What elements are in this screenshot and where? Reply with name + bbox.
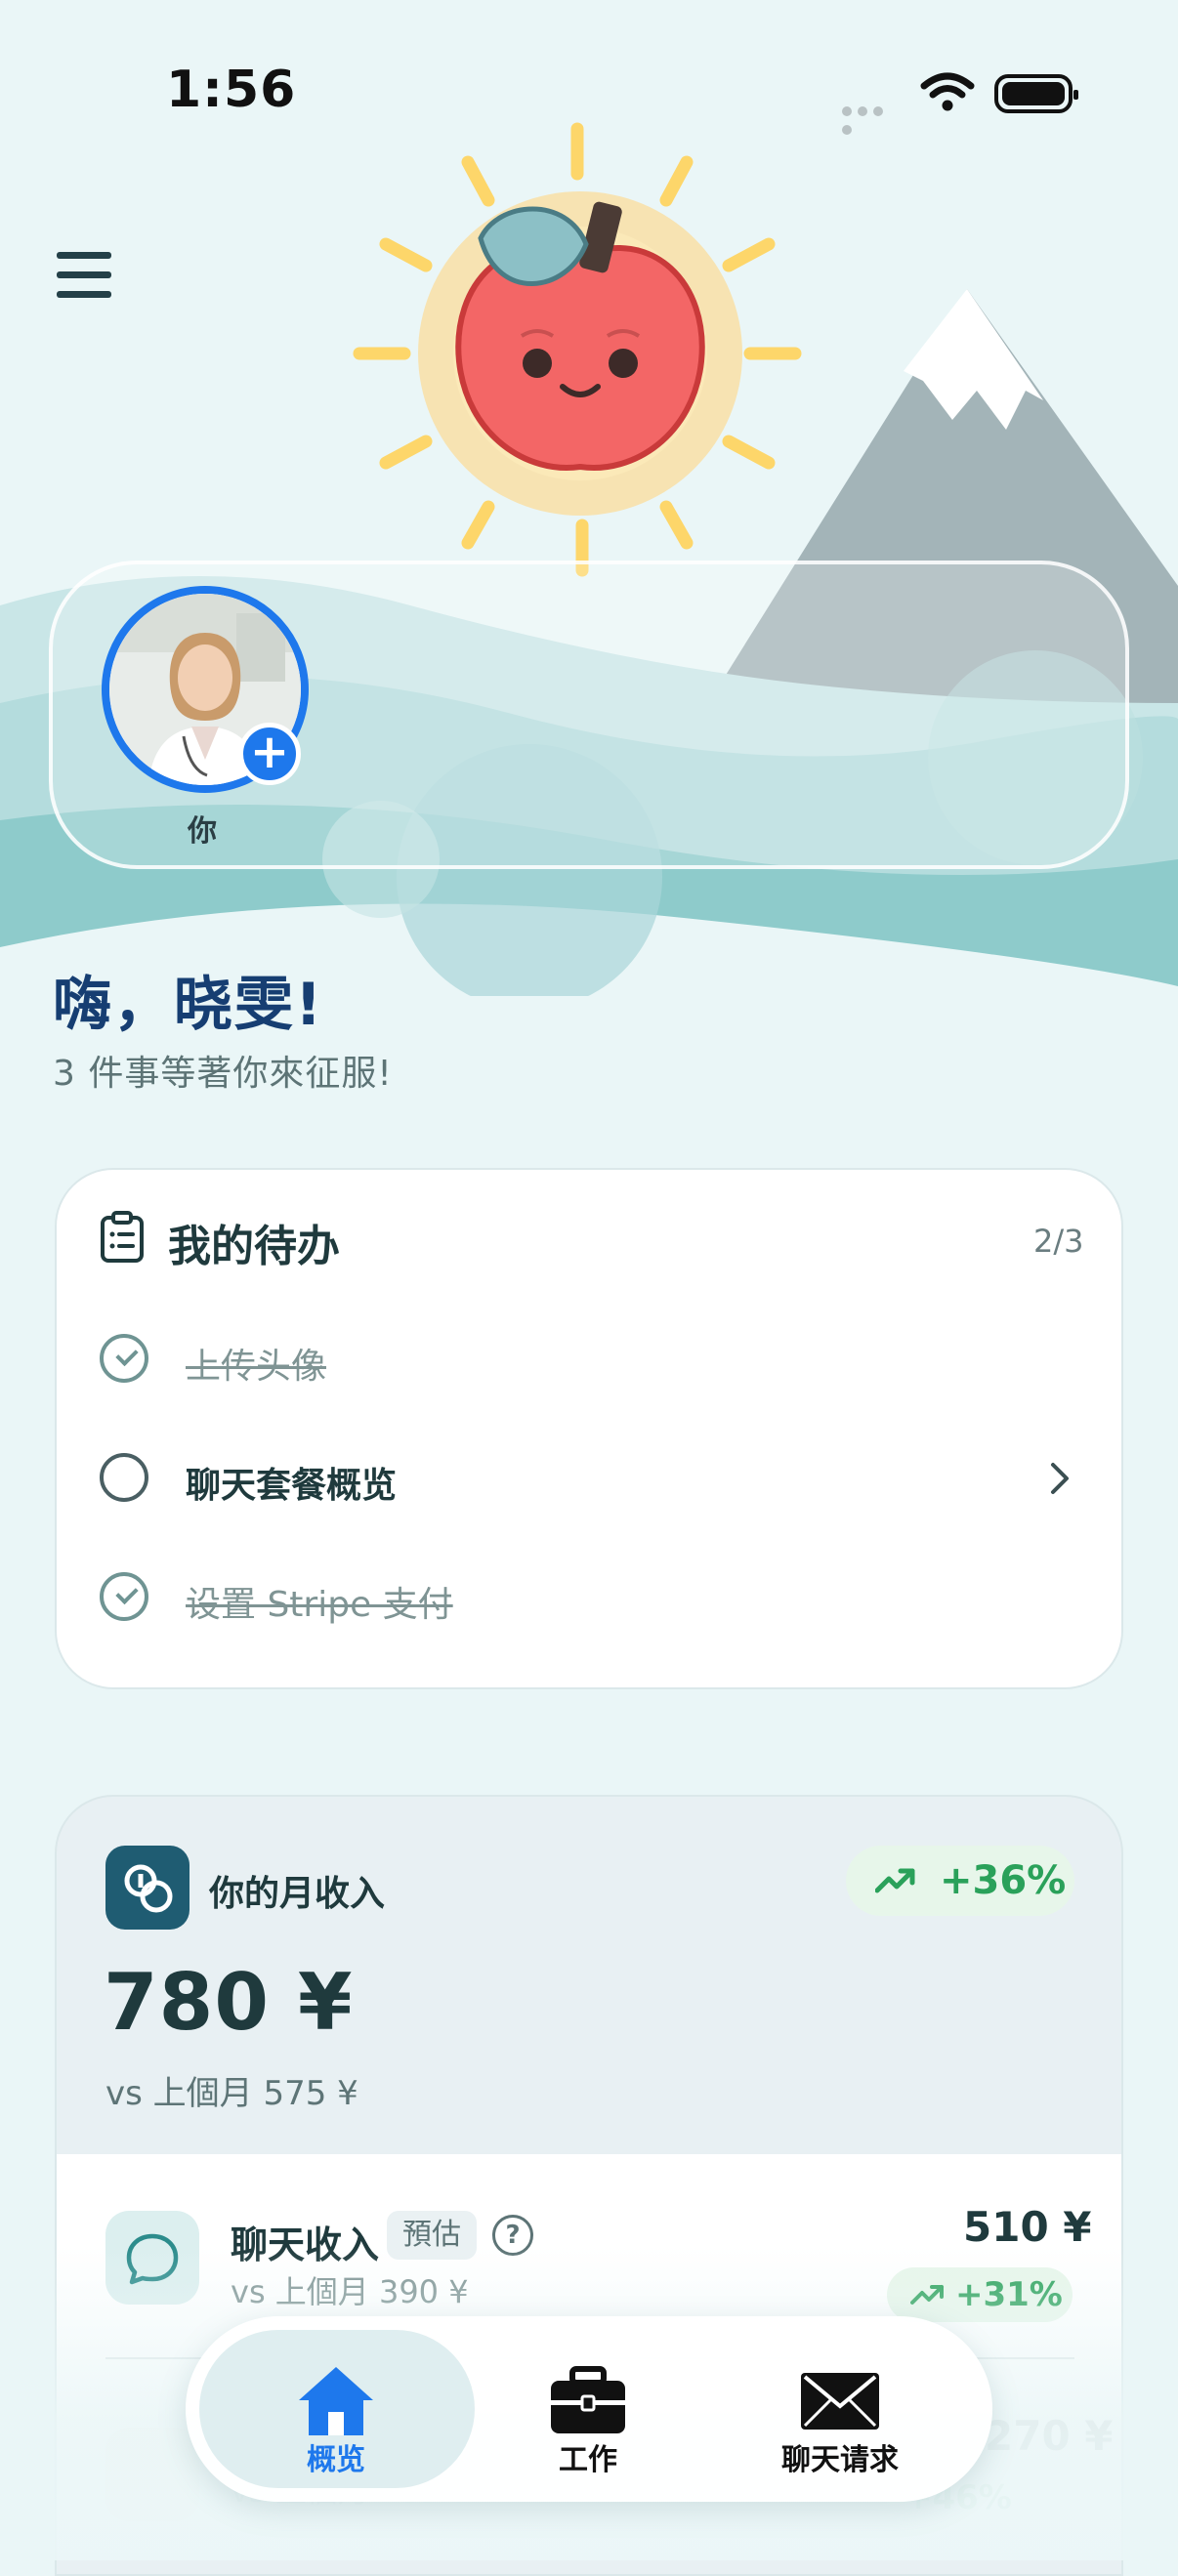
job-income-amount: 270 ¥ <box>985 2412 1114 2460</box>
todo-checkbox[interactable] <box>100 1453 148 1502</box>
nav-tab-work[interactable]: 工作 <box>461 2336 715 2492</box>
chat-income-title: 聊天收入 <box>231 2223 380 2266</box>
menu-button[interactable] <box>57 252 111 299</box>
clipboard-icon <box>101 1211 144 1263</box>
add-avatar-button[interactable]: + <box>238 723 301 785</box>
envelope-icon <box>801 2373 879 2430</box>
help-icon[interactable]: ? <box>492 2215 533 2256</box>
estimate-tag: 預估 <box>387 2211 477 2260</box>
todo-title: 我的待办 <box>168 1222 340 1271</box>
greeting-subtitle: 3 件事等著你來征服! <box>53 1054 393 1094</box>
nav-label: 聊天请求 <box>781 2443 899 2477</box>
todo-checkbox-done[interactable] <box>100 1334 148 1383</box>
trend-up-icon <box>875 1868 915 1893</box>
income-previous: vs 上個月 575 ¥ <box>105 2074 358 2113</box>
nav-label: 工作 <box>559 2443 617 2477</box>
trend-up-icon <box>910 2285 944 2305</box>
nav-label: 概览 <box>307 2443 365 2477</box>
wifi-icon <box>920 72 975 111</box>
chat-bubble-icon <box>105 2211 199 2305</box>
coins-icon <box>105 1846 189 1930</box>
chat-income-change-value: +31% <box>955 2275 1063 2314</box>
briefcase-icon <box>551 2366 625 2433</box>
chat-income-previous: vs 上個月 390 ¥ <box>231 2273 469 2310</box>
greeting-title: 嗨，晓雯! <box>53 971 324 1039</box>
todo-item-label[interactable]: 聊天套餐概览 <box>186 1457 397 1508</box>
todo-item-label[interactable]: 设置 Stripe 支付 <box>186 1576 453 1627</box>
todo-checkbox-done[interactable] <box>100 1572 148 1621</box>
chevron-right-icon[interactable] <box>1045 1461 1073 1496</box>
income-title: 你的月收入 <box>209 1874 386 1914</box>
nav-tab-overview[interactable]: 概览 <box>209 2336 463 2492</box>
briefcase-icon <box>105 2428 199 2521</box>
chat-income-change-badge: +31% <box>887 2267 1073 2322</box>
avatar-label: 你 <box>188 814 217 849</box>
todo-item-label[interactable]: 上传头像 <box>186 1338 326 1389</box>
income-amount: 780 ¥ <box>104 1957 354 2048</box>
todo-progress: 2/3 <box>1033 1223 1084 1260</box>
nav-tab-chat-requests[interactable]: 聊天请求 <box>713 2336 967 2492</box>
income-change-badge: +36% <box>846 1846 1074 1916</box>
chat-income-amount: 510 ¥ <box>963 2203 1092 2251</box>
home-icon <box>299 2367 373 2435</box>
income-change-value: +36% <box>940 1858 1067 1903</box>
